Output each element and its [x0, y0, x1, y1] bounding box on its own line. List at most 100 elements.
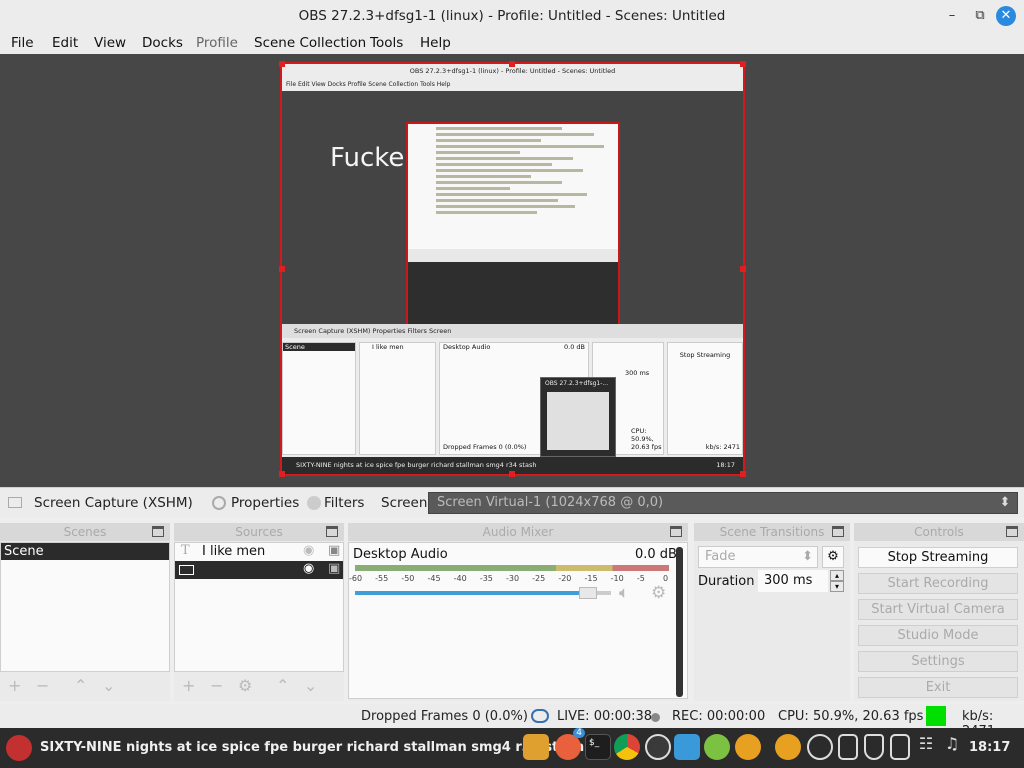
mixer-channel-name: Desktop Audio: [353, 547, 448, 562]
eye-icon[interactable]: ◉: [303, 543, 314, 558]
pinwheel-icon[interactable]: [674, 734, 700, 760]
volume-slider-fill: [355, 591, 594, 595]
menu-help[interactable]: Help: [420, 35, 451, 51]
angry-bird-app-icon[interactable]: [6, 735, 32, 761]
active-window-title[interactable]: SIXTY-NINE nights at ice spice fpe burge…: [40, 740, 584, 755]
filters-button[interactable]: Filters: [324, 495, 364, 511]
nested-source-item: I like men: [372, 343, 404, 351]
eye-icon[interactable]: ◉: [303, 561, 314, 576]
nested-kbs: kb/s: 2471: [705, 443, 740, 451]
move-down-icon[interactable]: ⌄: [304, 676, 317, 695]
remove-icon[interactable]: −: [36, 676, 49, 695]
close-button[interactable]: ✕: [996, 6, 1016, 26]
gear-icon[interactable]: ⚙: [238, 676, 252, 695]
notes-icon[interactable]: [890, 734, 910, 760]
stop-streaming-button[interactable]: Stop Streaming: [858, 547, 1018, 568]
move-up-icon[interactable]: ⌃: [74, 676, 87, 695]
speaker-icon[interactable]: 🔈︎: [619, 583, 629, 603]
obs-icon[interactable]: [645, 734, 671, 760]
gear-icon[interactable]: ⚙: [822, 546, 844, 568]
minimize-button[interactable]: –: [942, 6, 962, 26]
resize-handle-r[interactable]: [740, 266, 746, 272]
preview-canvas[interactable]: OBS 27.2.3+dfsg1-1 (linux) - Profile: Un…: [0, 54, 1024, 487]
stepper-down-icon[interactable]: ▾: [830, 581, 844, 592]
move-up-icon[interactable]: ⌃: [276, 676, 289, 695]
duration-stepper[interactable]: ▴ ▾: [830, 570, 844, 592]
duration-input[interactable]: 300 ms: [758, 570, 828, 592]
x-app-icon[interactable]: [735, 734, 761, 760]
volume-slider[interactable]: [355, 587, 611, 599]
clock[interactable]: 18:17: [969, 740, 1010, 755]
move-down-icon[interactable]: ⌄: [102, 676, 115, 695]
menu-tools[interactable]: Tools: [370, 35, 403, 51]
menu-edit[interactable]: Edit: [52, 35, 78, 51]
audio-mixer-dock: Audio Mixer Desktop Audio 0.0 dB -60 -55 -…: [348, 523, 688, 701]
undock-icon[interactable]: [326, 526, 338, 537]
meter-tick-label: -40: [453, 574, 467, 583]
nested-scenes: Scene: [282, 342, 356, 455]
terminal-icon[interactable]: $_: [585, 734, 611, 760]
resize-handle-tr[interactable]: [740, 61, 746, 67]
sources-footer: + − ⚙ ⌃ ⌄: [174, 675, 344, 699]
resize-handle-bl[interactable]: [279, 471, 285, 477]
volume-slider-knob[interactable]: [579, 587, 598, 599]
filter-icon[interactable]: [307, 496, 321, 510]
add-icon[interactable]: +: [8, 676, 21, 695]
update-manager-icon[interactable]: 4: [555, 728, 585, 760]
nested-screen-capture[interactable]: OBS 27.2.3+dfsg1-1 (linux) - Profile: Un…: [280, 62, 745, 476]
stepper-up-icon[interactable]: ▴: [830, 570, 844, 581]
exit-button[interactable]: Exit: [858, 677, 1018, 698]
menu-profile[interactable]: Profile: [196, 35, 238, 51]
undock-icon[interactable]: [670, 526, 682, 537]
grid-app-icon[interactable]: [704, 734, 730, 760]
resize-handle-br[interactable]: [740, 471, 746, 477]
transition-select[interactable]: Fade ⬍: [698, 546, 818, 568]
scene-item[interactable]: Scene: [1, 543, 169, 560]
screen-select[interactable]: Screen Virtual-1 (1024x768 @ 0,0) ⬍: [428, 492, 1018, 514]
resize-handle-tl[interactable]: [279, 61, 285, 67]
nested-menu: File Edit View Docks Profile Scene Colle…: [282, 79, 743, 91]
settings-button[interactable]: Settings: [858, 651, 1018, 672]
start-virtual-camera-button[interactable]: Start Virtual Camera: [858, 599, 1018, 620]
undock-icon[interactable]: [1006, 526, 1018, 537]
status-bar: Dropped Frames 0 (0.0%) LIVE: 00:00:38 R…: [0, 704, 1024, 739]
update-badge: 4: [573, 728, 585, 738]
controls-dock: Controls Stop Streaming Start Recording …: [854, 523, 1024, 701]
add-icon[interactable]: +: [182, 676, 195, 695]
menu-file[interactable]: File: [11, 35, 34, 51]
undock-icon[interactable]: [832, 526, 844, 537]
network-icon[interactable]: ☷: [916, 734, 936, 760]
maximize-button[interactable]: ⧉: [970, 6, 990, 26]
clipboard-icon[interactable]: [838, 734, 858, 760]
duration-value: 300 ms: [764, 573, 813, 588]
gear-icon[interactable]: ⚙: [651, 583, 666, 603]
lock-icon[interactable]: ▣: [328, 561, 340, 576]
menu-view[interactable]: View: [94, 35, 126, 51]
menu-scene-collection[interactable]: Scene Collection: [254, 35, 366, 51]
gear-icon[interactable]: [212, 496, 226, 510]
start-recording-button[interactable]: Start Recording: [858, 573, 1018, 594]
scenes-dock: Scenes Scene + − ⌃ ⌄: [0, 523, 170, 701]
meter-tick-label: -45: [427, 574, 441, 583]
mixer-scrollbar[interactable]: [676, 547, 683, 697]
lock-icon[interactable]: ▣: [328, 543, 340, 558]
resize-handle-b[interactable]: [509, 471, 515, 477]
properties-button[interactable]: Properties: [231, 495, 299, 511]
music-icon[interactable]: ♫: [942, 734, 962, 760]
source-item[interactable]: T I like men ◉ ▣: [175, 543, 343, 561]
tray-obs-icon[interactable]: [807, 734, 833, 760]
folder-icon[interactable]: [523, 734, 549, 760]
remove-icon[interactable]: −: [210, 676, 223, 695]
meter-tick-label: -5: [636, 574, 645, 583]
undock-icon[interactable]: [152, 526, 164, 537]
source-item[interactable]: ◉ ▣: [175, 561, 343, 579]
monitor-icon: [179, 565, 194, 575]
shield-icon[interactable]: [864, 734, 884, 760]
tray-x-icon[interactable]: [775, 734, 801, 760]
nested-thumbnail: OBS 27.2.3+dfsg1-...: [540, 377, 616, 457]
studio-mode-button[interactable]: Studio Mode: [858, 625, 1018, 646]
resize-handle-t[interactable]: [509, 61, 515, 67]
resize-handle-l[interactable]: [279, 266, 285, 272]
chrome-icon[interactable]: [614, 734, 640, 760]
menu-docks[interactable]: Docks: [142, 35, 183, 51]
